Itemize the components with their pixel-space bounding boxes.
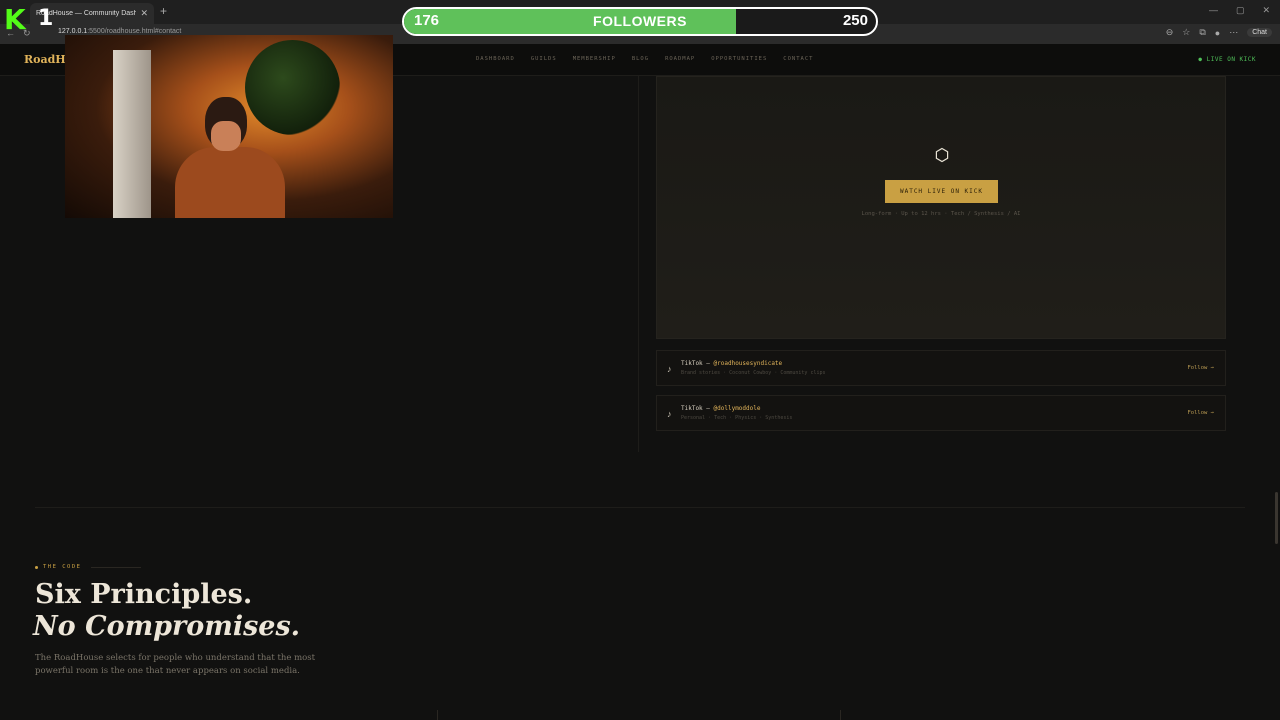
section-divider (35, 507, 1245, 508)
kick-player-embed[interactable]: WATCH LIVE ON KICK Long-form · Up to 12 … (656, 76, 1226, 339)
section-heading-line1: Six Principles. (35, 579, 253, 610)
window-controls: — ▢ ✕ (1209, 5, 1270, 16)
webcam-feed (65, 35, 393, 218)
menu-icon[interactable]: ⋯ (1229, 27, 1238, 38)
follower-goal-bar: 176 FOLLOWERS 250 (402, 7, 878, 36)
section-eyebrow: THE CODE (35, 564, 141, 570)
section-lede: The RoadHouse selects for people who und… (35, 653, 316, 676)
tiktok-subtitle: Personal · Tech · Physics · Synthesis (681, 415, 793, 421)
minimize-icon[interactable]: — (1209, 5, 1218, 16)
tiktok-card[interactable]: ♪ TikTok — @roadhousesyndicate Brand sto… (656, 350, 1226, 386)
eyebrow-line (90, 566, 141, 568)
nav-membership[interactable]: MEMBERSHIP (573, 56, 616, 62)
nav-dashboard[interactable]: DASHBOARD (476, 56, 515, 62)
tiktok-handle: @roadhousesyndicate (713, 360, 783, 367)
eyebrow-label: THE CODE (43, 564, 82, 570)
music-note-icon: ♪ (667, 409, 672, 419)
chat-button[interactable]: Chat (1247, 28, 1272, 37)
player-meta: Long-form · Up to 12 hrs · Tech / Synthe… (861, 211, 1021, 217)
nav-blog[interactable]: BLOG (632, 56, 649, 62)
url-field[interactable]: 127.0.0.1:5500/roadhouse.html#contact (58, 28, 181, 35)
goal-label: FOLLOWERS (593, 13, 687, 29)
tiktok-follow-link[interactable]: Follow → (1188, 410, 1215, 416)
scrollbar-thumb[interactable] (1275, 492, 1278, 544)
url-host: 127.0.0.1 (58, 28, 88, 35)
close-icon[interactable]: ✕ (140, 8, 148, 19)
eyebrow-dot (35, 565, 38, 569)
kick-counter: 1 (38, 6, 54, 31)
tiktok-title: TikTok — @dollymoddole (681, 405, 760, 412)
hexagon-icon (935, 147, 949, 163)
address-actions: ⊖ ☆ ⧉ ● ⋯ Chat (1166, 27, 1272, 38)
tiktok-handle: @dollymoddole (713, 405, 761, 412)
nav-roadmap[interactable]: ROADMAP (665, 56, 695, 62)
puzzle-icon[interactable]: ⧉ (1199, 27, 1205, 38)
kick-logo-icon: K (4, 3, 26, 36)
live-on-kick-badge[interactable]: ● LIVE ON KICK (1198, 56, 1256, 63)
profile-icon[interactable]: ● (1215, 28, 1220, 38)
tiktok-follow-link[interactable]: Follow → (1188, 365, 1215, 371)
watch-live-button[interactable]: WATCH LIVE ON KICK (885, 180, 998, 203)
goal-target: 250 (842, 12, 868, 29)
nav-guilds[interactable]: GUILDS (531, 56, 557, 62)
section-heading-line2: No Compromises. (33, 611, 301, 642)
webcam-person-body (175, 147, 285, 218)
tiktok-title: TikTok — @roadhousesyndicate (681, 360, 782, 367)
webcam-plant (245, 40, 340, 135)
new-tab-icon[interactable]: + (160, 4, 167, 18)
url-path: :5500/roadhouse.html#contact (87, 28, 182, 35)
bookmark-star-icon[interactable]: ☆ (1182, 27, 1190, 38)
column-divider (638, 76, 639, 452)
site-nav: DASHBOARD GUILDS MEMBERSHIP BLOG ROADMAP… (476, 56, 813, 62)
tiktok-title-prefix: TikTok — (681, 405, 714, 412)
nav-opportunities[interactable]: OPPORTUNITIES (711, 56, 767, 62)
maximize-icon[interactable]: ▢ (1236, 5, 1245, 16)
tiktok-card[interactable]: ♪ TikTok — @dollymoddole Personal · Tech… (656, 395, 1226, 431)
window-close-icon[interactable]: ✕ (1262, 5, 1270, 16)
nav-contact[interactable]: CONTACT (783, 56, 813, 62)
bottom-rule (437, 710, 841, 720)
tiktok-title-prefix: TikTok — (681, 360, 714, 367)
tiktok-subtitle: Brand stories · Coconut Cowboy · Communi… (681, 370, 826, 376)
extensions-icon[interactable]: ⊖ (1166, 27, 1174, 38)
webcam-door (113, 50, 151, 218)
music-note-icon: ♪ (667, 364, 672, 374)
webcam-person-face (211, 121, 241, 151)
